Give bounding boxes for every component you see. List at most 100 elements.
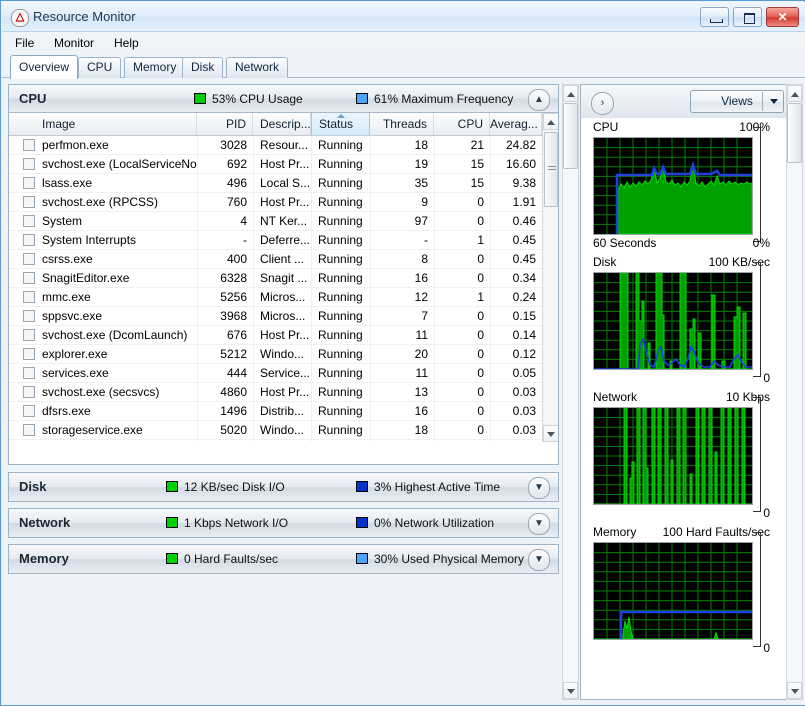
close-button[interactable]: ✕: [766, 7, 799, 27]
cell-description: Windo...: [260, 347, 305, 361]
table-row[interactable]: System 4 NT Ker... Running 97 0 0.46: [9, 212, 558, 231]
column-header-threads[interactable]: Threads: [370, 113, 434, 135]
disk-expand-chevron-down-icon[interactable]: ▼: [528, 477, 550, 499]
cell-average: 0.45: [512, 233, 536, 247]
cell-image: svchost.exe (secsvcs): [42, 385, 160, 399]
cell-cpu: 0: [477, 309, 484, 323]
cpu-graph-block: CPU 100% 60 Seconds 0%: [581, 118, 798, 253]
collapse-graph-pane-chevron-right-icon[interactable]: ›: [591, 92, 614, 115]
table-row[interactable]: svchost.exe (RPCSS) 760 Host Pr... Running 9…: [9, 193, 558, 212]
cell-pid: 6328: [220, 271, 247, 285]
table-row[interactable]: sppsvc.exe 3968 Micros... Running 7 0 0.15: [9, 307, 558, 326]
disk-panel-header[interactable]: Disk 12 KB/sec Disk I/O 3% Highest Activ…: [9, 473, 558, 501]
table-row[interactable]: services.exe 444 Service... Running 11 0 0.05: [9, 364, 558, 383]
cell-cpu: 0: [477, 252, 484, 266]
graph-panel-header: › Views: [581, 85, 798, 118]
column-header-average[interactable]: Averag...: [490, 113, 542, 135]
process-table-scroll-thumb[interactable]: [544, 132, 558, 207]
cpu-collapse-chevron-up-icon[interactable]: ▲: [528, 89, 550, 111]
graph-pane-scrollbar[interactable]: [786, 84, 803, 700]
tab-memory[interactable]: Memory: [124, 57, 186, 78]
column-header-pid[interactable]: PID: [197, 113, 253, 135]
views-dropdown-label: Views: [721, 94, 753, 108]
cell-threads: 35: [414, 176, 428, 190]
network-expand-chevron-down-icon[interactable]: ▼: [528, 513, 550, 535]
network-panel-header[interactable]: Network 1 Kbps Network I/O 0% Network Ut…: [9, 509, 558, 537]
table-row[interactable]: storageservice.exe 5020 Windo... Running 18 0…: [9, 421, 558, 440]
cell-description: Host Pr...: [260, 385, 310, 399]
graph-pane-scroll-down-icon[interactable]: [787, 682, 802, 699]
table-row[interactable]: svchost.exe (LocalServiceNo... 692 Host Pr…: [9, 155, 558, 174]
cell-average: 0.15: [512, 309, 536, 323]
scroll-up-arrow-icon[interactable]: [543, 113, 558, 130]
table-row[interactable]: dns.exe1532Domai...Running1300.02: [9, 440, 558, 442]
cell-image: mmc.exe: [42, 290, 91, 304]
cell-threads: 11: [415, 366, 428, 380]
cell-status: Running: [318, 138, 363, 152]
window-title: Resource Monitor: [33, 9, 136, 24]
table-row[interactable]: mmc.exe 5256 Micros... Running 12 1 0.24: [9, 288, 558, 307]
table-row[interactable]: csrss.exe 400 Client ... Running 8 0 0.45: [9, 250, 558, 269]
graph-pane-scroll-up-icon[interactable]: [787, 85, 802, 102]
cell-status: Running: [318, 366, 363, 380]
memory-used-swatch: [356, 553, 368, 564]
tab-disk[interactable]: Disk: [182, 57, 224, 78]
memory-graph-svg: [594, 543, 752, 639]
disk-graph-block: Disk 100 KB/sec 0: [581, 253, 798, 388]
disk-active-swatch: [356, 481, 368, 492]
cell-cpu: 0: [477, 404, 484, 418]
table-row[interactable]: dfsrs.exe 1496 Distrib... Running 16 0 0.03: [9, 402, 558, 421]
cell-cpu: 0: [477, 214, 484, 228]
left-pane-scroll-up-icon[interactable]: [563, 85, 578, 102]
memory-faults-swatch: [166, 553, 178, 564]
table-row[interactable]: explorer.exe 5212 Windo... Running 20 0 0.12: [9, 345, 558, 364]
left-pane-scroll-down-icon[interactable]: [563, 682, 578, 699]
menu-help[interactable]: Help: [107, 35, 146, 52]
disk-panel-title: Disk: [19, 479, 47, 494]
column-header-image[interactable]: Image: [9, 113, 197, 135]
memory-panel-header[interactable]: Memory 0 Hard Faults/sec 30% Used Physic…: [9, 545, 558, 573]
cell-image: SnagitEditor.exe: [42, 271, 130, 285]
column-header-description[interactable]: Descrip...: [253, 113, 311, 135]
cell-status: Running: [318, 423, 363, 437]
network-graph-block: Network 10 Kbps 0: [581, 388, 798, 523]
minimize-button[interactable]: [700, 7, 729, 27]
table-row[interactable]: svchost.exe (DcomLaunch) 676 Host Pr... Run…: [9, 326, 558, 345]
process-table-scrollbar[interactable]: [542, 113, 558, 442]
cell-image: dns.exe: [9, 440, 197, 442]
table-row[interactable]: svchost.exe (secsvcs) 4860 Host Pr... Runni…: [9, 383, 558, 402]
cell-average: 0.24: [512, 290, 536, 304]
cell-threads: 8: [421, 252, 428, 266]
column-header-status[interactable]: Status: [311, 113, 370, 135]
cell-average: 16.60: [505, 157, 536, 171]
cell-image: dfsrs.exe: [42, 404, 91, 418]
cell-cpu: 1: [477, 233, 484, 247]
cpu-usage-swatch: [194, 93, 206, 104]
memory-expand-chevron-down-icon[interactable]: ▼: [528, 549, 550, 571]
table-row[interactable]: System Interrupts - Deferre... Running -1 0.4…: [9, 231, 558, 250]
memory-panel-title: Memory: [19, 551, 69, 566]
scroll-down-arrow-icon[interactable]: [543, 425, 558, 442]
cell-threads: 7: [421, 309, 428, 323]
cpu-panel-header[interactable]: CPU 53% CPU Usage 61% Maximum Frequency …: [9, 85, 558, 113]
menu-file[interactable]: File: [8, 35, 41, 52]
tab-network[interactable]: Network: [226, 57, 289, 78]
cell-cpu: 0: [477, 271, 484, 285]
cell-status: Running: [318, 347, 363, 361]
tab-overview[interactable]: Overview: [10, 55, 79, 79]
table-row[interactable]: perfmon.exe 3028 Resour... Running 18 21 24.82: [9, 136, 558, 155]
left-pane-scroll-thumb[interactable]: [563, 103, 578, 169]
cpu-graph-time-axis: 60 Seconds: [593, 236, 657, 250]
cell-image: perfmon.exe: [42, 138, 109, 152]
tab-cpu[interactable]: CPU: [78, 57, 122, 78]
menu-monitor[interactable]: Monitor: [47, 35, 101, 52]
chevron-down-icon: [770, 99, 778, 104]
maximize-button[interactable]: [733, 7, 762, 27]
left-pane-scrollbar[interactable]: [562, 84, 579, 700]
table-row[interactable]: lsass.exe 496 Local S... Running 35 15 9.38: [9, 174, 558, 193]
views-dropdown-button[interactable]: Views: [690, 90, 784, 113]
column-header-cpu[interactable]: CPU: [434, 113, 490, 135]
cell-description: Deferre...: [260, 233, 311, 247]
graph-pane-scroll-thumb[interactable]: [787, 103, 802, 163]
table-row[interactable]: SnagitEditor.exe 6328 Snagit ... Running 16 0…: [9, 269, 558, 288]
